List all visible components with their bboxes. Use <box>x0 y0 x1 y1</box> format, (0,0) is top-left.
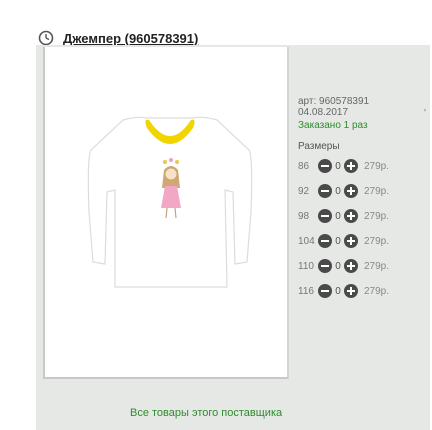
size-price: 279р. <box>364 160 390 172</box>
size-quantity: 0 <box>335 285 341 297</box>
plus-icon[interactable] <box>344 159 358 173</box>
edge-mark: ' <box>424 108 426 119</box>
size-label: 92 <box>298 185 310 197</box>
all-supplier-products-link[interactable]: Все товары этого поставщика <box>130 407 282 419</box>
clock-icon <box>38 30 54 46</box>
size-row: 92 0 279р. <box>298 183 426 199</box>
plus-icon[interactable] <box>344 184 358 198</box>
size-price: 279р. <box>364 235 390 247</box>
size-row: 86 0 279р. <box>298 158 426 174</box>
size-price: 279р. <box>364 210 390 222</box>
size-price: 279р. <box>364 285 390 297</box>
size-price: 279р. <box>364 185 390 197</box>
size-label: 110 <box>298 260 314 272</box>
size-label: 104 <box>298 235 315 247</box>
minus-icon[interactable] <box>318 234 332 248</box>
size-row: 104 0 279р. <box>298 233 426 249</box>
product-title[interactable]: Джемпер (960578391) <box>63 31 198 46</box>
size-label: 98 <box>298 210 310 222</box>
size-price: 279р. <box>364 260 390 272</box>
size-label: 86 <box>298 160 310 172</box>
plus-icon[interactable] <box>344 234 358 248</box>
size-row: 110 0 279р. <box>298 258 426 274</box>
size-quantity: 0 <box>335 235 341 247</box>
minus-icon[interactable] <box>318 209 332 223</box>
product-info: арт: 960578391 04.08.2017 Заказано 1 раз… <box>298 96 426 308</box>
size-quantity: 0 <box>335 160 341 172</box>
size-label: 116 <box>298 285 314 297</box>
product-date: 04.08.2017 <box>298 107 349 118</box>
product-photo-frame <box>43 47 289 379</box>
plus-icon[interactable] <box>344 259 358 273</box>
size-quantity: 0 <box>335 185 341 197</box>
sizes-heading: Размеры <box>298 141 340 152</box>
size-quantity: 0 <box>335 210 341 222</box>
plus-icon[interactable] <box>344 284 358 298</box>
size-quantity: 0 <box>335 260 341 272</box>
minus-icon[interactable] <box>318 159 332 173</box>
plus-icon[interactable] <box>344 209 358 223</box>
minus-icon[interactable] <box>318 259 332 273</box>
minus-icon[interactable] <box>318 184 332 198</box>
size-row: 116 0 279р. <box>298 283 426 299</box>
product-image[interactable] <box>85 112 255 292</box>
article-number: арт: 960578391 <box>298 96 370 107</box>
minus-icon[interactable] <box>318 284 332 298</box>
size-row: 98 0 279р. <box>298 208 426 224</box>
order-count: Заказано 1 раз <box>298 120 368 131</box>
